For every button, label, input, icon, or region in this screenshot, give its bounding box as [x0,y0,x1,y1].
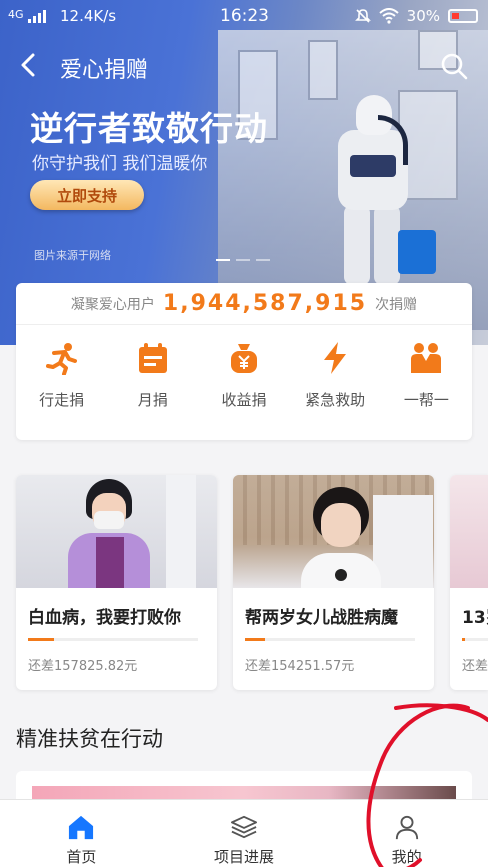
category-walk-donation[interactable]: 行走捐 [20,341,104,410]
banner-title: 逆行者致敬行动 [30,109,268,148]
running-person-icon [45,343,77,375]
donation-count: 1,944,587,915 [162,291,368,316]
project-card[interactable]: 13岁 还差 [450,475,488,690]
signal-icon [28,10,46,23]
carousel-indicator[interactable] [216,259,270,261]
mute-icon [354,9,371,23]
donation-summary-card: 凝聚爱心用户 1,944,587,915 次捐赠 行走捐 月捐 收益捐 紧急救助… [16,283,472,440]
category-label: 紧急救助 [305,391,366,409]
clock: 16:23 [220,6,269,26]
network-speed: 12.4K/s [60,7,117,25]
category-label: 月捐 [137,391,168,409]
project-title: 13岁 [462,608,488,628]
progress-fill [245,638,266,641]
two-people-icon [411,343,442,373]
wifi-icon [378,8,399,24]
category-label: 收益捐 [221,391,267,409]
amount-remaining: 还差154251.57元 [245,659,355,674]
category-emergency-aid[interactable]: 紧急救助 [293,341,377,410]
project-card[interactable]: 帮两岁女儿战胜病魔 还差154251.57元 [233,475,434,690]
banner-subtitle: 你守护我们 我们温暖你 [32,154,208,174]
donation-stats: 凝聚爱心用户 1,944,587,915 次捐赠 [16,283,472,325]
battery-icon [448,9,478,23]
battery-percent: 30% [406,7,440,25]
progress-bar [28,638,198,641]
project-card[interactable]: 白血病，我要打败你 还差157825.82元 [16,475,217,690]
status-bar: 4G 12.4K/s 16:23 30% [0,0,488,32]
progress-bar [245,638,415,641]
tab-label: 项目进展 [214,848,275,866]
category-one-on-one[interactable]: 一帮一 [384,341,468,410]
progress-fill [28,638,54,641]
layers-icon [231,815,257,839]
category-row: 行走捐 月捐 收益捐 紧急救助 一帮一 [16,341,472,410]
nav-bar: 爱心捐赠 [0,44,488,88]
stats-suffix: 次捐赠 [375,296,418,313]
category-label: 行走捐 [39,391,85,409]
search-icon[interactable] [440,52,468,80]
page-title: 爱心捐赠 [60,58,149,83]
home-icon [69,815,94,840]
support-now-button[interactable]: 立即支持 [30,180,144,210]
annotation-circle [366,703,488,867]
progress-fill [462,638,465,641]
project-photo [450,475,488,588]
project-photo [16,475,217,588]
lightning-icon [324,342,347,374]
category-monthly-donation[interactable]: 月捐 [111,341,195,410]
network-type: 4G [8,8,24,21]
category-earnings-donation[interactable]: 收益捐 [202,341,286,410]
money-bag-icon [230,344,257,373]
project-title: 帮两岁女儿战胜病魔 [245,608,398,628]
amount-remaining: 还差157825.82元 [28,659,138,674]
calendar-icon [138,343,167,373]
chevron-left-icon[interactable] [20,52,36,85]
section-title: 精准扶贫在行动 [16,727,163,751]
stats-prefix: 凝聚爱心用户 [70,296,155,313]
tab-label: 首页 [66,848,97,866]
image-source-note: 图片来源于网络 [34,249,111,262]
banner-cooler [398,230,436,274]
amount-remaining: 还差 [462,659,488,674]
tab-project-progress[interactable]: 项目进展 [163,800,326,867]
progress-bar [462,638,488,641]
project-photo [233,475,434,588]
category-label: 一帮一 [403,391,449,409]
tab-home[interactable]: 首页 [0,800,163,867]
project-title: 白血病，我要打败你 [28,608,181,628]
